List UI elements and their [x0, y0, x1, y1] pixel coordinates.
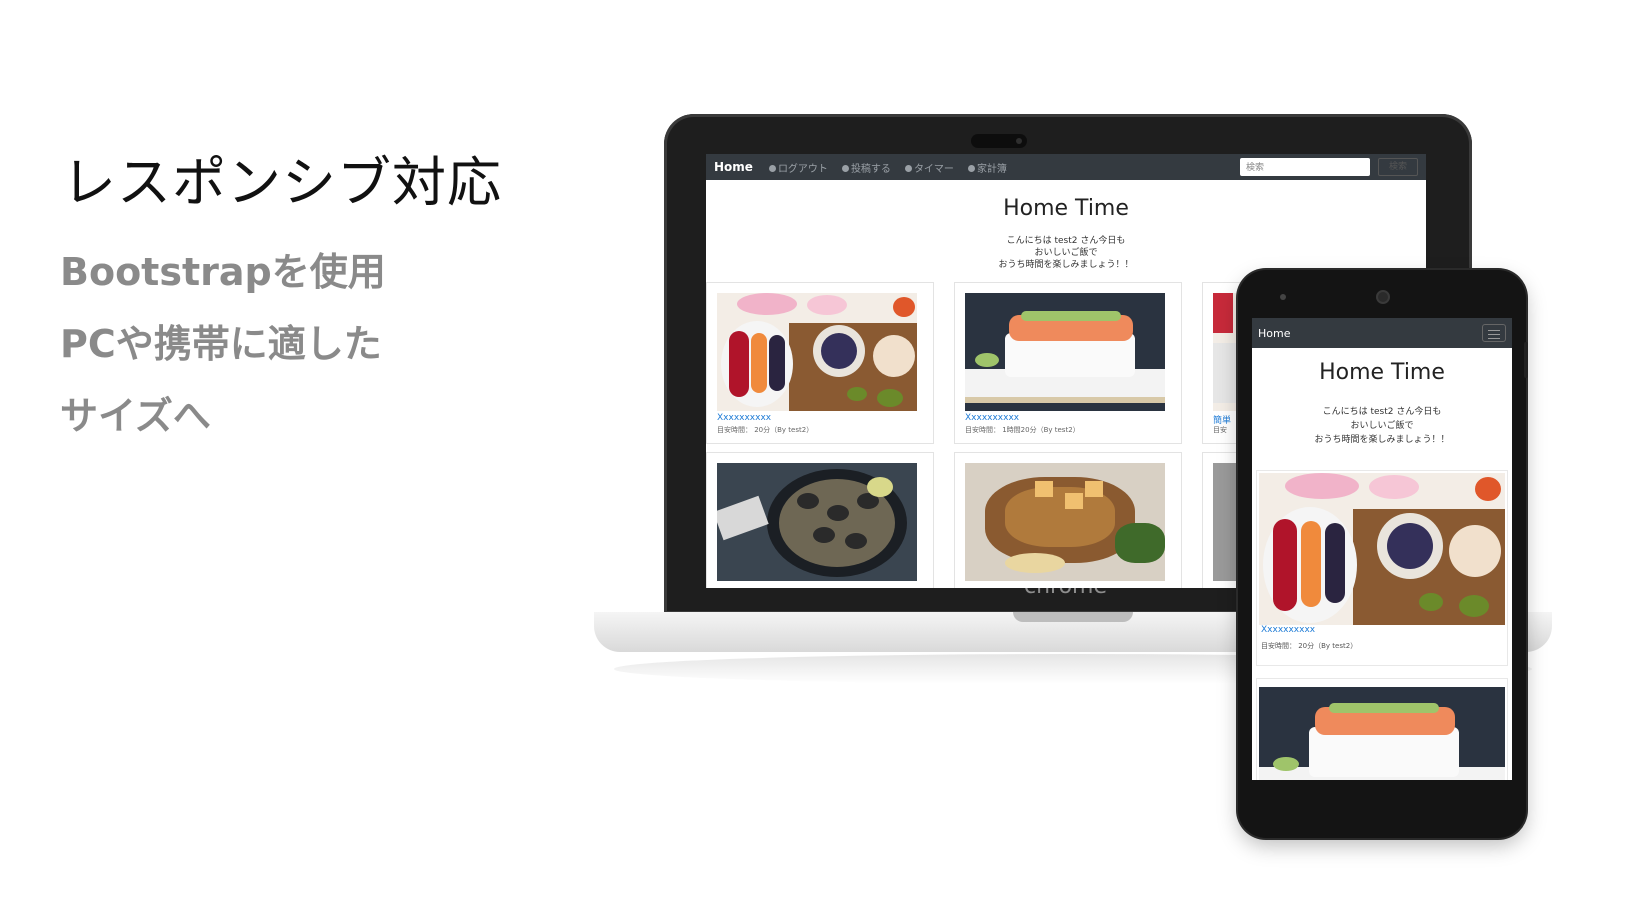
recipe-title[interactable]: Xxxxxxxxxx: [965, 413, 1019, 423]
grilled-pork-photo[interactable]: [965, 463, 1165, 581]
recipe-title[interactable]: Xxxxxxxxxx: [1261, 625, 1315, 635]
recipe-meta: 目安時間： 20分（By test2）: [717, 426, 814, 434]
nav-bullet-icon: [841, 164, 849, 172]
search-input[interactable]: 検索: [1240, 158, 1370, 176]
greeting-line: こんにちは test2 さん今日も: [1006, 236, 1126, 246]
nav-bullet-icon: [904, 164, 912, 172]
bullet-3: サイズへ: [60, 394, 211, 438]
nav-item-logout[interactable]: ログアウト: [768, 160, 828, 175]
phone-camera: [1376, 290, 1390, 304]
recipe-card[interactable]: [954, 452, 1182, 588]
search-button[interactable]: 検索: [1378, 158, 1418, 176]
slide: レスポンシブ対応 Bootstrapを使用 PCや携帯に適した サイズへ chr…: [0, 0, 1640, 914]
recipe-title[interactable]: Xxxxxxxxxx: [717, 413, 771, 423]
nav-item-label: 家計簿: [976, 163, 1007, 175]
camera-lens: [1016, 138, 1022, 144]
salmon-rice-photo[interactable]: [965, 293, 1165, 411]
nav-item-budget[interactable]: 家計簿: [967, 160, 1007, 175]
berry-bowl-photo[interactable]: [1259, 473, 1505, 625]
slide-heading: レスポンシブ対応: [62, 151, 502, 214]
nav-item-label: タイマー: [913, 163, 954, 175]
recipe-card[interactable]: [706, 452, 934, 588]
slide-bullets: Bootstrapを使用 PCや携帯に適した サイズへ: [60, 248, 386, 464]
recipe-card[interactable]: Xxxxxxxxxx 目安時間： 20分（By test2）: [1256, 470, 1508, 666]
nav-brand-home[interactable]: Home: [1258, 327, 1290, 340]
nav-bullet-icon: [768, 164, 776, 172]
recipe-card[interactable]: Xxxxxxxxxx 目安時間： 1時間20分（By test2）: [954, 282, 1182, 444]
greeting-line: おうち時間を楽しみましょう！！: [1314, 435, 1450, 445]
phone-side-button: [1524, 342, 1528, 378]
nav-item-label: ログアウト: [777, 163, 828, 175]
navbar: Home ログアウト 投稿する タイマー 家計簿 検索 検索: [706, 154, 1426, 180]
recipe-meta: 目安: [1213, 426, 1227, 434]
nav-item-post[interactable]: 投稿する: [841, 160, 891, 175]
recipe-meta: 目安時間： 20分（By test2）: [1261, 642, 1358, 650]
greeting-line: おいしいご飯で: [1034, 248, 1098, 258]
bullet-1: Bootstrapを使用: [60, 250, 386, 294]
berry-bowl-photo[interactable]: [717, 293, 917, 411]
bullet-2: PCや携帯に適した: [60, 322, 382, 366]
nav-bullet-icon: [967, 164, 975, 172]
page-title: Home Time: [1003, 196, 1129, 221]
recipe-meta: 目安時間： 1時間20分（By test2）: [965, 426, 1080, 434]
greeting: こんにちは test2 さん今日も おいしいご飯で おうち時間を楽しみましょう！…: [706, 235, 1426, 271]
nav-item-label: 投稿する: [850, 163, 891, 175]
hamburger-menu-icon[interactable]: [1482, 324, 1506, 342]
phone-speaker: [1280, 294, 1286, 300]
recipe-card[interactable]: [1256, 678, 1508, 780]
greeting-line: こんにちは test2 さん今日も: [1322, 407, 1442, 417]
page-title: Home Time: [1319, 360, 1445, 385]
laptop-notch: [1013, 612, 1133, 622]
recipe-card[interactable]: Xxxxxxxxxx 目安時間： 20分（By test2）: [706, 282, 934, 444]
nav-brand-home[interactable]: Home: [714, 160, 753, 174]
salmon-rice-photo[interactable]: [1259, 687, 1505, 780]
clam-pan-photo[interactable]: [717, 463, 917, 581]
mobile-navbar: Home: [1252, 318, 1512, 348]
nav-item-timer[interactable]: タイマー: [904, 160, 954, 175]
greeting-line: おいしいご飯で: [1350, 421, 1414, 431]
phone-screen: Home Home Time こんにちは test2 さん今日も おいしいご飯で…: [1252, 318, 1512, 780]
phone-mockup: Home Home Time こんにちは test2 さん今日も おいしいご飯で…: [1238, 270, 1528, 838]
greeting: こんにちは test2 さん今日も おいしいご飯で おうち時間を楽しみましょう！…: [1252, 405, 1512, 447]
